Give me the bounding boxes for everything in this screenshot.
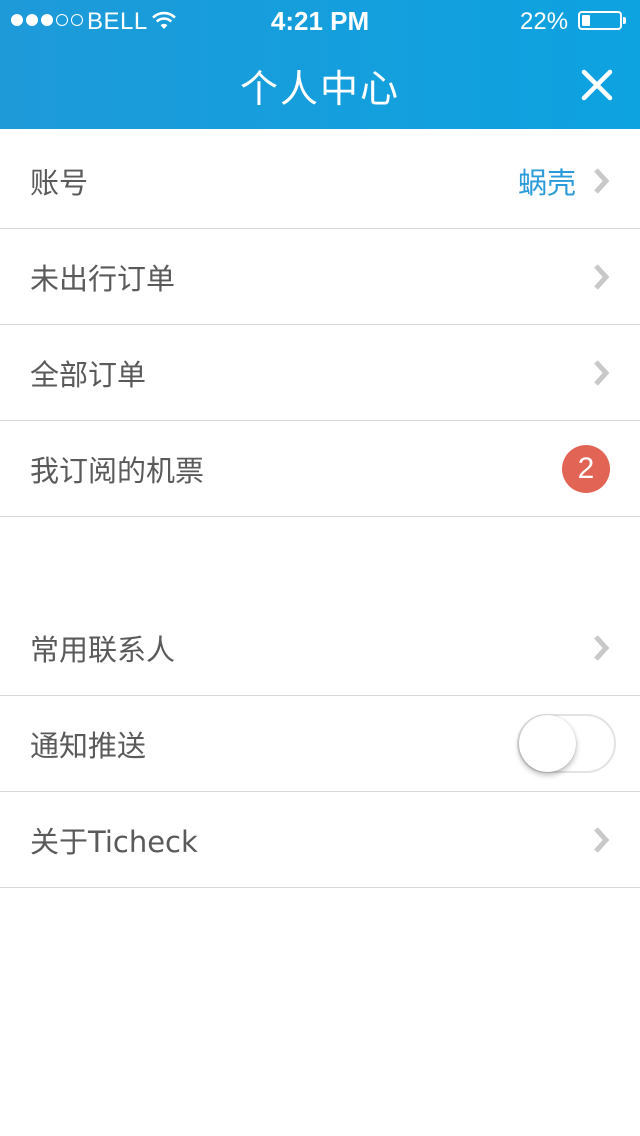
menu-item-account[interactable]: 账号 蜗壳 <box>0 133 640 229</box>
chevron-right-icon <box>594 359 610 386</box>
status-bar: BELL 4:21 PM 22% <box>0 0 640 42</box>
menu-item-upcoming-orders[interactable]: 未出行订单 <box>0 229 640 325</box>
chevron-right-icon <box>594 263 610 290</box>
chevron-right-icon <box>594 167 610 194</box>
battery-icon <box>578 11 622 30</box>
menu-item-label: 全部订单 <box>30 357 147 392</box>
menu-item-frequent-contacts[interactable]: 常用联系人 <box>0 600 640 696</box>
battery-percentage: 22% <box>520 8 569 35</box>
page-title: 个人中心 <box>239 67 400 111</box>
chevron-right-icon <box>594 826 610 853</box>
menu-item-subscribed-tickets[interactable]: 我订阅的机票 2 <box>0 421 640 517</box>
push-notification-toggle[interactable] <box>517 714 616 773</box>
notification-badge: 2 <box>562 444 610 493</box>
menu-item-label: 未出行订单 <box>30 261 176 296</box>
menu-item-label: 通知推送 <box>30 728 147 763</box>
chevron-right-icon <box>594 634 610 661</box>
menu-item-label: 账号 <box>30 165 89 200</box>
menu-item-label: 关于Ticheck <box>30 824 198 859</box>
menu-item-all-orders[interactable]: 全部订单 <box>0 325 640 421</box>
battery-level <box>582 15 590 26</box>
header-bar: BELL 4:21 PM 22% 个人中心 <box>0 0 640 129</box>
menu-item-about[interactable]: 关于Ticheck <box>0 792 640 888</box>
menu-item-label: 我订阅的机票 <box>30 453 205 488</box>
menu-item-label: 常用联系人 <box>30 632 176 667</box>
menu-section-primary: 账号 蜗壳 未出行订单 全部订单 我订阅的机票 2 <box>0 133 640 517</box>
menu-item-push-notifications: 通知推送 <box>0 696 640 792</box>
menu-section-secondary: 常用联系人 通知推送 关于Ticheck <box>0 600 640 888</box>
battery-tip <box>623 17 626 24</box>
close-icon[interactable] <box>574 62 620 108</box>
toggle-knob <box>519 715 576 772</box>
account-name-value: 蜗壳 <box>517 165 576 200</box>
